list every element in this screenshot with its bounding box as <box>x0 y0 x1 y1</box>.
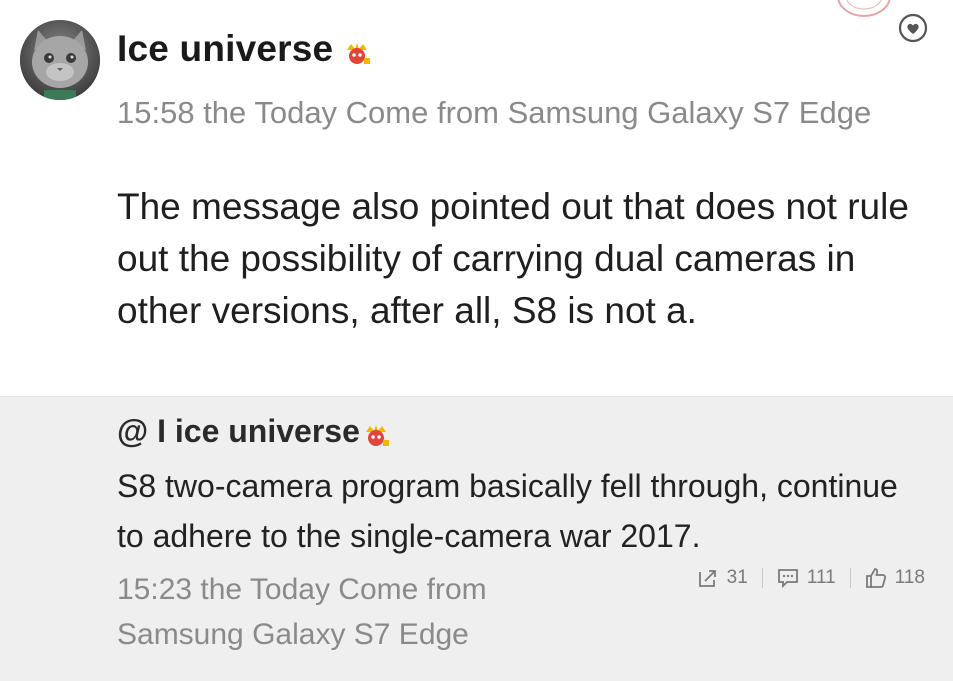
action-bar: 31 111 118 <box>697 567 925 589</box>
like-button[interactable]: 118 <box>865 567 925 589</box>
comment-icon <box>777 569 798 589</box>
username[interactable]: Ice universe <box>117 28 333 70</box>
thumbs-up-icon <box>865 568 886 588</box>
watermark-stamp <box>837 0 891 17</box>
like-count: 118 <box>894 567 925 588</box>
repost-button[interactable]: 31 <box>697 567 748 589</box>
repost-body: S8 two-camera program basically fell thr… <box>117 468 898 554</box>
avatar[interactable] <box>20 20 100 100</box>
username-row: Ice universe <box>117 28 371 70</box>
divider <box>849 568 851 588</box>
post-body: The message also pointed out that does n… <box>117 186 909 331</box>
reposted-card[interactable]: @ I ice universe S8 two-camera program b… <box>0 396 953 681</box>
crown-badge-icon <box>347 43 371 64</box>
cat-avatar-image <box>20 20 100 100</box>
crown-badge-icon <box>365 424 389 446</box>
comment-count: 111 <box>806 567 836 588</box>
post-meta: 15:58 the Today Come from Samsung Galaxy… <box>117 95 872 130</box>
post-card: Ice universe 15:58 the Today Come from S… <box>0 0 953 396</box>
repost-meta: 15:23 the Today Come from Samsung Galaxy… <box>117 573 487 651</box>
share-icon <box>698 570 716 587</box>
heart-circle-icon[interactable] <box>897 12 929 44</box>
repost-username[interactable]: @ I ice universe <box>117 413 360 450</box>
repost-count: 31 <box>726 567 748 588</box>
divider <box>761 568 763 588</box>
comment-button[interactable]: 111 <box>777 567 836 589</box>
repost-user-row: @ I ice universe <box>117 413 390 450</box>
